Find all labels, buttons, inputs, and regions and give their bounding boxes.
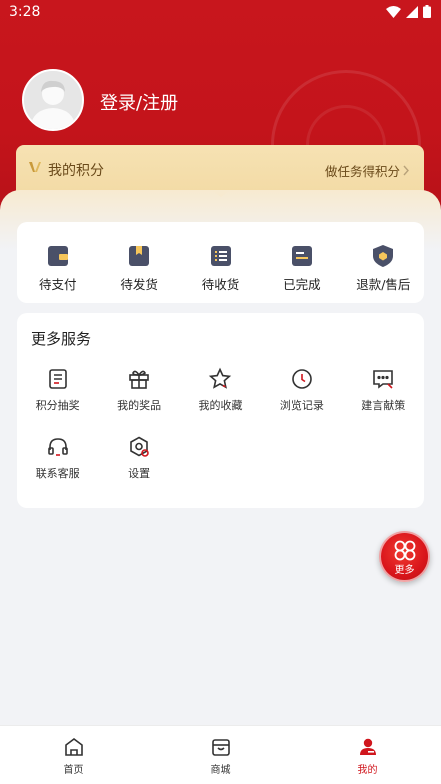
store-icon [211, 739, 230, 756]
bottom-tab-bar: 首页 商城 我的 [0, 725, 441, 784]
service-suggestions[interactable]: 建言献策 [343, 367, 424, 413]
shield-icon [373, 245, 394, 267]
status-bar: 3:28 [0, 0, 441, 26]
tab-mine[interactable]: 我的 [294, 726, 441, 784]
service-settings-label: 设置 [128, 467, 151, 480]
clover-icon [394, 540, 416, 561]
order-refund-label: 退款/售后 [356, 277, 411, 292]
user-icon [359, 738, 376, 755]
chevron-right-icon [403, 165, 409, 176]
service-customer-support-label: 联系客服 [35, 467, 80, 480]
avatar[interactable] [22, 69, 84, 131]
services-title: 更多服务 [31, 330, 92, 348]
settings-icon [130, 436, 149, 457]
clock-icon [292, 369, 312, 389]
service-prizes-label: 我的奖品 [117, 399, 162, 412]
tab-home-label: 首页 [63, 765, 84, 776]
order-to-receive[interactable]: 待收货 [180, 222, 261, 303]
service-favorites[interactable]: 我的收藏 [180, 367, 261, 413]
login-register-link[interactable]: 登录/注册 [100, 89, 178, 115]
orders-card: 待支付 待发货 待收货 已完成 退款/售后 [17, 222, 424, 303]
earn-points-link[interactable]: 做任务得积分 [325, 161, 410, 180]
service-history-label: 浏览记录 [279, 399, 324, 412]
services-card: 更多服务 积分抽奖 我的奖品 我的收藏 浏览记录 建言献策 联系客服 设置 [17, 313, 424, 508]
order-to-ship[interactable]: 待发货 [98, 222, 179, 303]
list-icon [210, 246, 231, 266]
wifi-icon [386, 5, 401, 18]
service-lottery[interactable]: 积分抽奖 [17, 367, 98, 413]
order-refund[interactable]: 退款/售后 [343, 222, 424, 303]
order-completed-label: 已完成 [283, 277, 321, 292]
tab-store[interactable]: 商城 [147, 726, 294, 784]
more-fab-label: 更多 [394, 565, 415, 576]
gift-icon [129, 370, 149, 389]
order-to-ship-label: 待发货 [120, 277, 158, 292]
default-avatar-icon [24, 71, 82, 129]
service-prizes[interactable]: 我的奖品 [98, 367, 179, 413]
home-icon [64, 738, 83, 756]
status-time: 3:28 [9, 4, 41, 20]
points-v-icon [29, 162, 41, 172]
service-lottery-label: 积分抽奖 [35, 399, 80, 412]
services-grid: 积分抽奖 我的奖品 我的收藏 浏览记录 建言献策 联系客服 设置 [17, 367, 424, 481]
service-settings[interactable]: 设置 [98, 435, 179, 481]
service-suggestions-label: 建言献策 [361, 399, 406, 412]
sheet-notch [212, 190, 230, 197]
order-pending-payment[interactable]: 待支付 [17, 222, 98, 303]
chat-icon [373, 370, 394, 389]
service-customer-support[interactable]: 联系客服 [17, 435, 98, 481]
points-label: 我的积分 [48, 163, 104, 179]
headset-icon [47, 438, 68, 456]
tab-mine-label: 我的 [357, 765, 378, 776]
star-icon [209, 367, 232, 389]
more-fab-button[interactable]: 更多 [379, 531, 430, 582]
lottery-icon [48, 369, 67, 389]
package-icon [129, 246, 150, 266]
tab-store-label: 商城 [210, 765, 231, 776]
service-history[interactable]: 浏览记录 [261, 367, 342, 413]
order-pending-payment-label: 待支付 [38, 277, 77, 292]
battery-icon [423, 5, 431, 18]
order-to-receive-label: 待收货 [201, 277, 240, 292]
wallet-icon [47, 246, 68, 266]
completed-icon [291, 246, 312, 266]
signal-icon [406, 5, 418, 18]
service-favorites-label: 我的收藏 [198, 399, 243, 412]
earn-points-label: 做任务得积分 [324, 164, 400, 179]
order-completed[interactable]: 已完成 [261, 222, 342, 303]
tab-home[interactable]: 首页 [0, 726, 147, 784]
